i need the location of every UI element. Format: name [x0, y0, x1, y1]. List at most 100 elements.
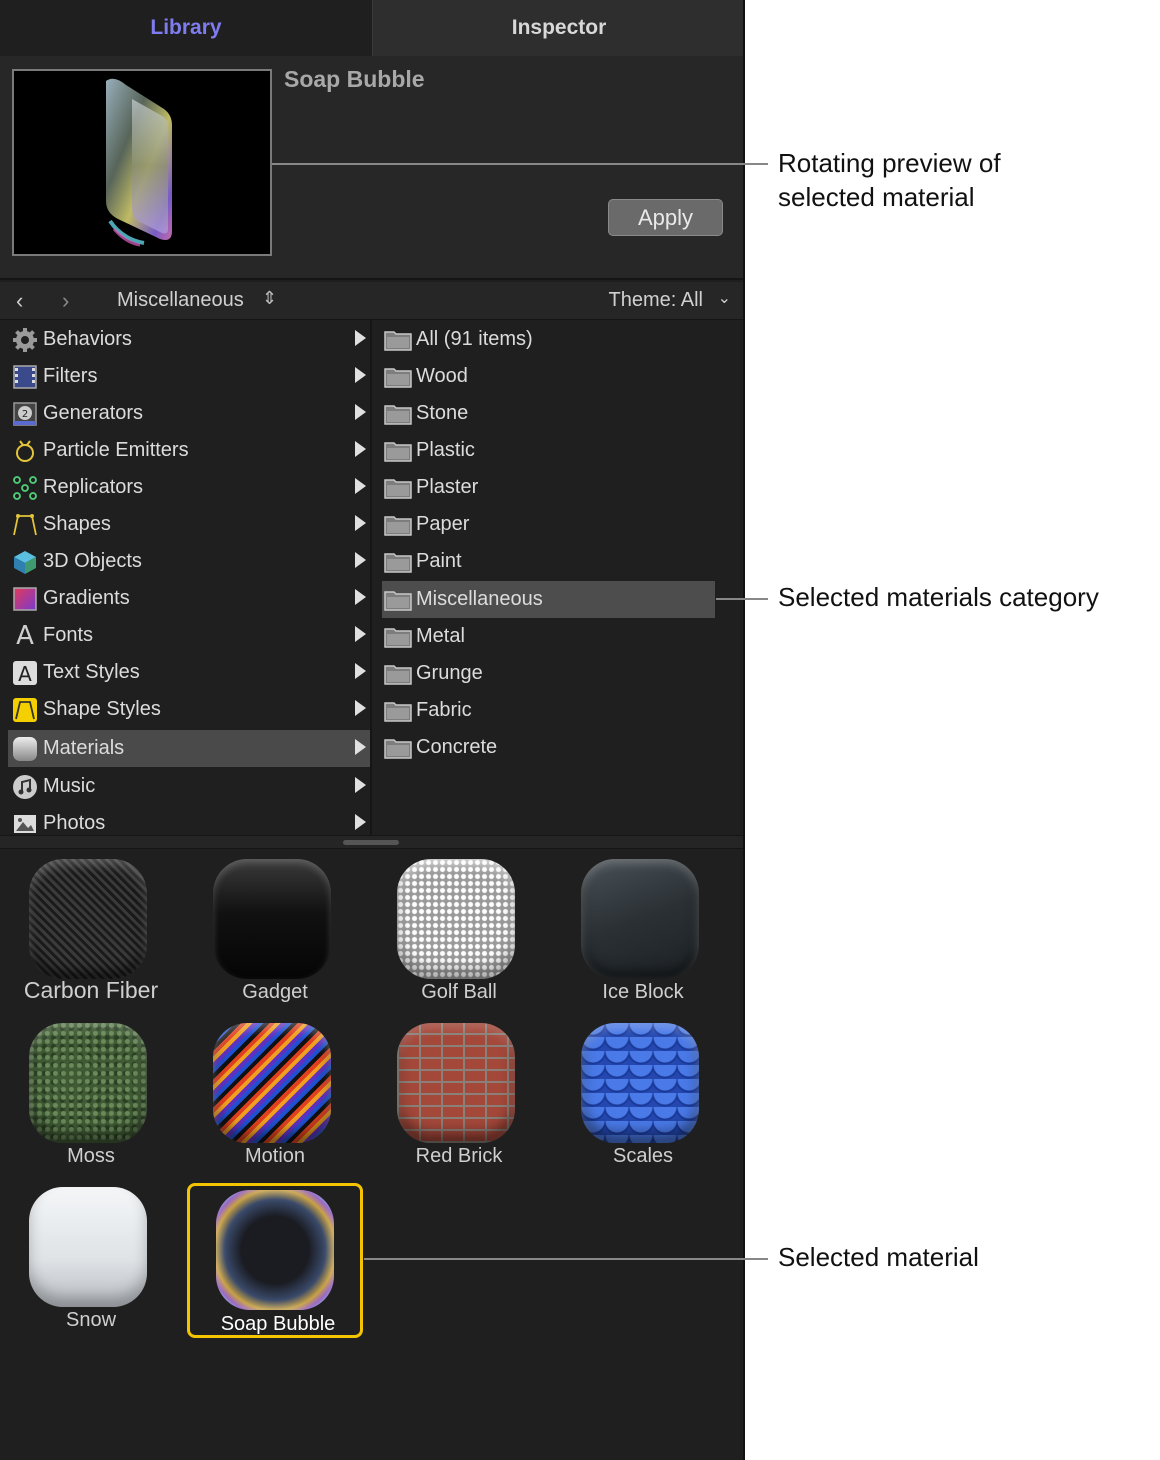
gear-icon — [10, 325, 40, 355]
motion-swatch-icon — [213, 1023, 331, 1143]
folder-item-miscellaneous[interactable]: Miscellaneous — [382, 581, 715, 618]
material-tile-motion[interactable]: Motion — [187, 1015, 363, 1173]
photo-icon — [10, 809, 40, 836]
folder-label: Metal — [416, 625, 465, 647]
callout-category: Selected materials category — [778, 582, 1099, 612]
material-tile-gadget[interactable]: Gadget — [187, 851, 363, 1009]
sidebar-item-label: Behaviors — [43, 328, 132, 350]
folder-item-metal[interactable]: Metal — [382, 618, 715, 655]
sidebar-item-particle-emitters[interactable]: Particle Emitters — [8, 432, 370, 469]
material-label: Gadget — [242, 981, 308, 1003]
theme-popup[interactable]: Theme: All — [609, 289, 703, 312]
sidebar-item-label: Fonts — [43, 624, 94, 646]
material-preview — [12, 69, 272, 256]
folder-item-paint[interactable]: Paint — [382, 543, 715, 580]
material-tile-scales[interactable]: Scales — [555, 1015, 731, 1173]
film-icon — [10, 362, 40, 392]
sidebar-item-label: Particle Emitters — [43, 439, 189, 461]
material-label: Ice Block — [602, 981, 684, 1003]
soap-bubble-swatch-icon — [216, 1190, 334, 1310]
sidebar-item-gradients[interactable]: Gradients — [8, 580, 370, 617]
material-tile-moss[interactable]: Moss — [3, 1015, 179, 1173]
music-icon — [10, 772, 40, 802]
forward-arrow-icon[interactable]: › — [62, 288, 69, 314]
material-tile-snow[interactable]: Snow — [3, 1179, 179, 1337]
carbon-fiber-swatch-icon — [29, 859, 147, 979]
folder-item-stone[interactable]: Stone — [382, 395, 715, 432]
material-label: Soap Bubble — [220, 1313, 336, 1335]
folder-label: Plastic — [416, 439, 475, 461]
folder-item-grunge[interactable]: Grunge — [382, 655, 715, 692]
sidebar-item-behaviors[interactable]: Behaviors — [8, 321, 370, 358]
folder-item-plastic[interactable]: Plastic — [382, 432, 715, 469]
up-down-chevron-icon[interactable]: ⇕ — [262, 288, 277, 309]
folder-item-plaster[interactable]: Plaster — [382, 469, 715, 506]
tab-inspector[interactable]: Inspector — [372, 0, 743, 56]
folder-icon — [384, 626, 412, 648]
replicator-icon — [10, 473, 40, 503]
sidebar-item-label: 3D Objects — [43, 550, 142, 572]
text-style-icon: A — [10, 658, 40, 688]
callout-material: Selected material — [778, 1242, 979, 1272]
sidebar-item-label: Music — [43, 775, 96, 797]
sidebar-item-text-styles[interactable]: A Text Styles — [8, 654, 370, 691]
scales-swatch-icon — [581, 1023, 699, 1143]
material-icon — [10, 734, 40, 764]
sidebar-item-label: Shape Styles — [43, 698, 161, 720]
sidebar-item-filters[interactable]: Filters — [8, 358, 370, 395]
folder-item-paper[interactable]: Paper — [382, 506, 715, 543]
sidebar-item-shape-styles[interactable]: Shape Styles — [8, 691, 370, 728]
folder-icon — [384, 663, 412, 685]
sidebar-item-replicators[interactable]: Replicators — [8, 469, 370, 506]
sidebar-item-label: Materials — [43, 737, 125, 759]
generator-icon: 2 — [10, 399, 40, 429]
sidebar-item-fonts[interactable]: A Fonts — [8, 617, 370, 654]
folder-icon — [384, 440, 412, 462]
materials-grid: Carbon Fiber Gadget Golf Ball Ice Block … — [0, 849, 743, 1460]
shape-icon — [10, 510, 40, 540]
material-tile-soap-bubble[interactable]: Soap Bubble — [187, 1183, 363, 1338]
chevron-down-icon[interactable]: ⌄ — [718, 288, 731, 308]
sidebar-item-music[interactable]: Music — [8, 768, 370, 805]
folder-icon — [384, 477, 412, 499]
browser-nav-bar: ‹ › Miscellaneous ⇕ Theme: All ⌄ — [0, 282, 743, 320]
material-tile-red-brick[interactable]: Red Brick — [371, 1015, 547, 1173]
material-tile-golf-ball[interactable]: Golf Ball — [371, 851, 547, 1009]
folder-item-concrete[interactable]: Concrete — [382, 729, 715, 766]
callout-preview: Rotating preview of selected material — [778, 146, 1001, 214]
sidebar-item-photos[interactable]: Photos — [8, 805, 370, 835]
red-brick-swatch-icon — [397, 1023, 515, 1143]
disclosure-arrow-icon — [355, 663, 366, 679]
material-label: Golf Ball — [421, 981, 497, 1003]
disclosure-arrow-icon — [355, 330, 366, 346]
back-arrow-icon[interactable]: ‹ — [16, 288, 23, 314]
font-icon: A — [16, 620, 34, 651]
resize-handle[interactable] — [343, 840, 399, 845]
gadget-swatch-icon — [213, 859, 331, 979]
split-divider[interactable] — [0, 835, 743, 849]
apply-button[interactable]: Apply — [608, 199, 723, 236]
folder-label: Wood — [416, 365, 468, 387]
folder-item-wood[interactable]: Wood — [382, 358, 715, 395]
preview-title: Soap Bubble — [284, 66, 425, 92]
category-popup[interactable]: Miscellaneous — [117, 289, 244, 312]
tab-library[interactable]: Library — [0, 0, 372, 56]
folder-icon — [384, 366, 412, 388]
soap-bubble-preview-icon — [106, 78, 172, 247]
folder-item-all[interactable]: All (91 items) — [382, 321, 715, 358]
folder-item-fabric[interactable]: Fabric — [382, 692, 715, 729]
disclosure-arrow-icon — [355, 777, 366, 793]
sidebar-item-materials[interactable]: Materials — [8, 730, 370, 767]
sidebar-item-shapes[interactable]: Shapes — [8, 506, 370, 543]
material-tile-carbon-fiber[interactable]: Carbon Fiber — [3, 851, 179, 1009]
sidebar-item-3d-objects[interactable]: 3D Objects — [8, 543, 370, 580]
svg-text:A: A — [18, 662, 32, 686]
disclosure-arrow-icon — [355, 739, 366, 755]
material-tile-ice-block[interactable]: Ice Block — [555, 851, 731, 1009]
material-label: Red Brick — [415, 1145, 503, 1167]
folder-label: Paper — [416, 513, 470, 535]
folder-label: Paint — [416, 550, 462, 572]
material-label: Scales — [612, 1145, 674, 1167]
sidebar-item-generators[interactable]: 2 Generators — [8, 395, 370, 432]
sidebar-item-label: Filters — [43, 365, 98, 387]
